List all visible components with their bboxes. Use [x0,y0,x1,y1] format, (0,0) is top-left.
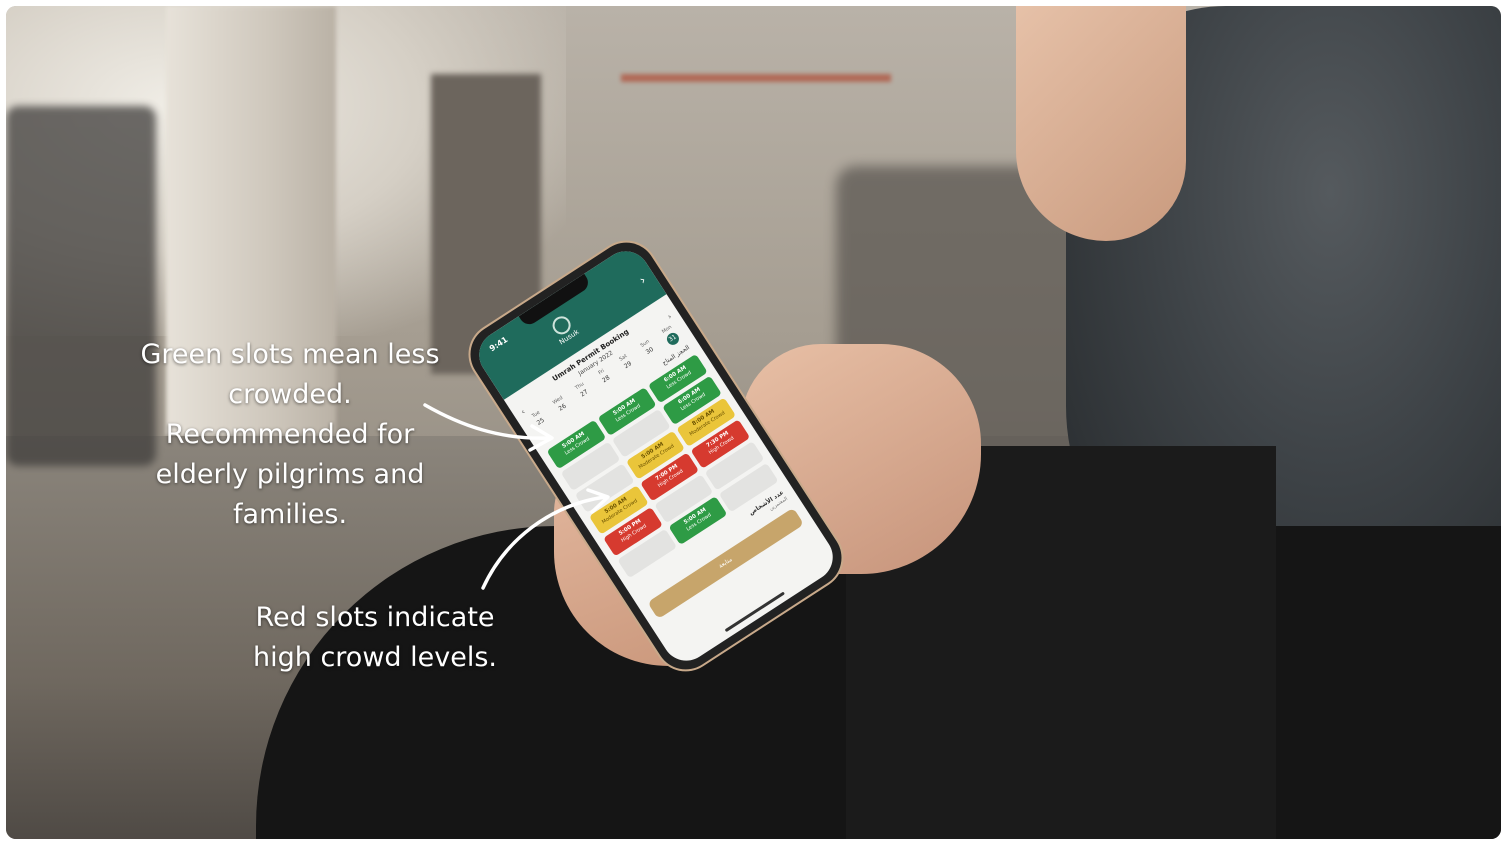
chevron-right-icon[interactable]: › [637,273,649,287]
green-slots-annotation: Green slots mean less crowded. Recommend… [140,339,440,530]
red-slots-annotation: Red slots indicate high crowd levels. [253,602,497,673]
background-barrier-rail [621,74,891,82]
face [1016,6,1186,241]
app-logo: Nusuk [547,312,580,346]
status-time: 9:41 [487,334,510,354]
